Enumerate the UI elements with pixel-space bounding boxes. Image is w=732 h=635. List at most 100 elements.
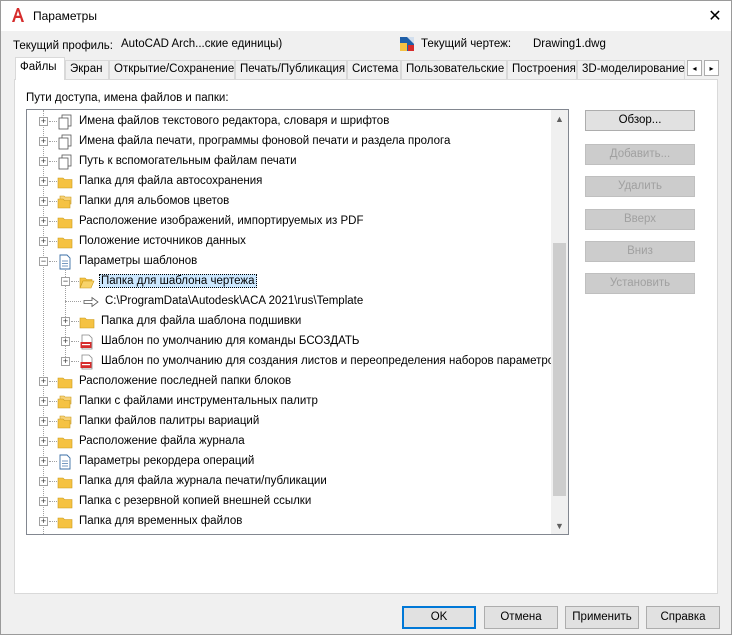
expand-icon[interactable]: +: [39, 517, 48, 526]
expand-icon[interactable]: +: [39, 417, 48, 426]
folders-icon: [57, 395, 72, 409]
scroll-thumb[interactable]: [553, 243, 566, 496]
tab-system[interactable]: Система: [347, 60, 401, 79]
scroll-down-button[interactable]: ▼: [551, 517, 568, 534]
tree-item[interactable]: + Папки с файлами инструментальных палитр: [27, 392, 551, 412]
tree-item[interactable]: + Имена файла печати, программы фоновой п…: [27, 132, 551, 152]
tab-user-preferences[interactable]: Пользовательские: [401, 60, 507, 79]
expand-icon[interactable]: +: [39, 217, 48, 226]
move-up-button[interactable]: Вверх: [585, 209, 695, 230]
set-current-button[interactable]: Установить: [585, 273, 695, 294]
tree-item-label: Параметры рекордера операций: [79, 455, 255, 467]
search-paths-label: Пути доступа, имена файлов и папки:: [26, 92, 229, 104]
expand-icon[interactable]: +: [39, 197, 48, 206]
tree-connector: [49, 141, 57, 142]
expand-icon[interactable]: +: [39, 117, 48, 126]
tree-item[interactable]: + Папка для файла шаблона подшивки: [27, 312, 551, 332]
tree-item[interactable]: + Папка с резервной копией внешней ссылки: [27, 492, 551, 512]
expand-icon[interactable]: +: [61, 357, 70, 366]
collapse-icon[interactable]: −: [61, 277, 70, 286]
tree-item[interactable]: + Шаблон по умолчанию для создания листов…: [27, 352, 551, 372]
tab-drafting[interactable]: Построения: [507, 60, 577, 79]
folder-icon: [79, 317, 95, 329]
tree-item[interactable]: C:\ProgramData\Autodesk\ACA 2021\rus\Tem…: [27, 292, 551, 312]
tree-item-label: Путь к вспомогательным файлам печати: [79, 155, 297, 167]
tree-item-label: Шаблон по умолчанию для создания листов …: [101, 355, 551, 367]
expand-icon[interactable]: +: [39, 137, 48, 146]
collapse-icon[interactable]: −: [39, 257, 48, 266]
close-button[interactable]: ✕: [699, 1, 731, 31]
tree-item[interactable]: + Папки для альбомов цветов: [27, 192, 551, 212]
browse-button[interactable]: Обзор...: [585, 110, 695, 131]
apply-button[interactable]: Применить: [565, 606, 639, 629]
tab-scroll-left-button[interactable]: ◂: [687, 60, 702, 76]
expand-icon[interactable]: +: [39, 397, 48, 406]
expand-icon[interactable]: +: [39, 237, 48, 246]
expand-icon[interactable]: +: [61, 317, 70, 326]
expand-icon[interactable]: +: [39, 377, 48, 386]
folder-icon: [57, 497, 73, 509]
scroll-up-button[interactable]: ▲: [551, 110, 568, 127]
tree-connector: [49, 181, 57, 182]
tree-item[interactable]: + Расположение изображений, импортируемых…: [27, 212, 551, 232]
document-icon: [59, 454, 71, 470]
expand-icon[interactable]: +: [61, 337, 70, 346]
tree-connector: [49, 121, 57, 122]
expand-icon[interactable]: +: [39, 477, 48, 486]
tab-strip: Файлы Экран Открытие/Сохранение Печать/П…: [15, 57, 721, 80]
tree-item[interactable]: + Шаблон по умолчанию для команды БСОЗДАТ…: [27, 332, 551, 352]
tree-item[interactable]: + Папка для временных файлов: [27, 512, 551, 532]
tab-label: Пользовательские: [406, 63, 505, 75]
vertical-scrollbar[interactable]: ▲ ▼: [551, 110, 568, 534]
tree-connector: [49, 161, 57, 162]
expand-icon[interactable]: +: [39, 157, 48, 166]
apply-button-label: Применить: [572, 611, 632, 623]
tree-item-label: Папка для файла журнала печати/публикаци…: [79, 475, 327, 487]
tree-item[interactable]: + Расположение последней папки блоков: [27, 372, 551, 392]
move-down-button[interactable]: Вниз: [585, 241, 695, 262]
set-current-button-label: Установить: [609, 277, 671, 289]
tree-item-label: Расположение файла журнала: [79, 435, 245, 447]
tab-plot-publish[interactable]: Печать/Публикация: [235, 60, 347, 79]
expand-icon[interactable]: +: [39, 177, 48, 186]
tree-item-label: Папка для файла шаблона подшивки: [101, 315, 302, 327]
tree-item-label: Расположение последней папки блоков: [79, 375, 292, 387]
tree-item-label: Имена файла печати, программы фоновой пе…: [79, 135, 451, 147]
tab-open-save[interactable]: Открытие/Сохранение: [109, 60, 235, 79]
file-paths-tree[interactable]: + Имена файлов текстового редактора, слов…: [26, 109, 569, 535]
expand-icon[interactable]: +: [39, 457, 48, 466]
add-button[interactable]: Добавить...: [585, 144, 695, 165]
tree-item[interactable]: + Параметры рекордера операций: [27, 452, 551, 472]
ok-button[interactable]: OK: [402, 606, 476, 629]
tree-item[interactable]: + Расположение файла журнала: [27, 432, 551, 452]
tab-3d-modeling[interactable]: 3D-моделирование: [577, 60, 685, 79]
tree-connector: [49, 461, 57, 462]
dwt-file-icon: [80, 334, 93, 350]
tree-item[interactable]: + Папка для файла автосохранения: [27, 172, 551, 192]
tree-item[interactable]: + Имена файлов текстового редактора, слов…: [27, 112, 551, 132]
tree-connector: [49, 481, 57, 482]
tree-item-label: Имена файлов текстового редактора, слова…: [79, 115, 390, 127]
tree-connector: [71, 341, 79, 342]
tree-item[interactable]: + Положение источников данных: [27, 232, 551, 252]
tab-label: 3D-моделирование: [582, 63, 685, 75]
tree-item[interactable]: − Папка для шаблона чертежа: [27, 272, 551, 292]
current-profile-label: Текущий профиль:: [13, 40, 113, 52]
tree-item-label: Папки для альбомов цветов: [79, 195, 230, 207]
expand-icon[interactable]: +: [39, 497, 48, 506]
expand-icon[interactable]: +: [39, 437, 48, 446]
help-button[interactable]: Справка: [646, 606, 720, 629]
tree-item[interactable]: + Папка для файла журнала печати/публикац…: [27, 472, 551, 492]
dwt-file-icon: [80, 354, 93, 370]
folders-icon: [57, 415, 72, 429]
tree-item[interactable]: + Папки файлов палитры вариаций: [27, 412, 551, 432]
remove-button[interactable]: Удалить: [585, 176, 695, 197]
tab-scroll-right-button[interactable]: ▸: [704, 60, 719, 76]
tab-display[interactable]: Экран: [65, 60, 109, 79]
ok-button-label: OK: [430, 611, 448, 623]
cancel-button[interactable]: Отмена: [484, 606, 558, 629]
tree-item[interactable]: − Параметры шаблонов: [27, 252, 551, 272]
tab-files[interactable]: Файлы: [15, 57, 65, 80]
tree-item[interactable]: + Путь к вспомогательным файлам печати: [27, 152, 551, 172]
drawing-icon: [400, 37, 414, 51]
